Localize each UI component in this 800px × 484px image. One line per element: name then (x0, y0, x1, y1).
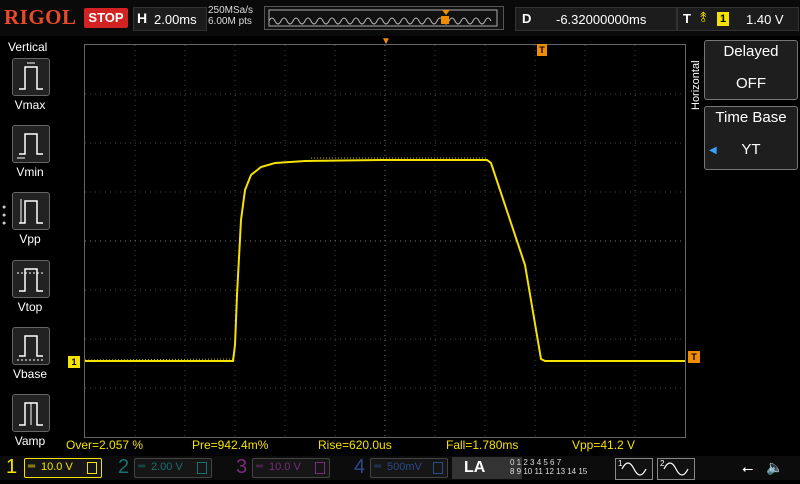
vmin-icon (17, 133, 43, 159)
vpp-icon (19, 199, 43, 224)
usb-icon: ⭠ (742, 460, 754, 476)
trigger-level-marker[interactable]: T (688, 351, 700, 363)
timebase-value: 2.00ms (154, 12, 197, 27)
dc-coupling-icon: ═ (28, 461, 36, 472)
delay-value: -6.32000000ms (556, 12, 647, 27)
generator-1-number: 1 (618, 459, 623, 468)
vpp-button[interactable] (12, 192, 50, 230)
delayed-value: OFF (736, 75, 766, 92)
ch1-scale: 10.0 V (41, 461, 73, 473)
generator-2-number: 2 (660, 459, 665, 468)
trigger-label: T (683, 11, 691, 26)
ch3-settings[interactable]: ═ 10.0 V (252, 458, 330, 478)
ch4-number[interactable]: 4 (354, 456, 365, 479)
vmax-label: Vmax (14, 98, 46, 112)
ch2-scale: 2.00 V (151, 461, 183, 473)
vertical-menu-title: Vertical (8, 40, 48, 54)
vtop-label: Vtop (17, 300, 43, 314)
vmax-button[interactable] (12, 58, 50, 96)
ch1-waveform-noise (85, 157, 487, 361)
vbase-button[interactable] (12, 327, 50, 365)
measurement-overshoot: Over=2.057 % (66, 438, 144, 452)
dc-coupling-icon: ═ (256, 461, 264, 472)
rising-edge-icon: ⥉ (700, 9, 707, 25)
measurement-fall: Fall=1.780ms (446, 438, 519, 452)
logic-channel-grid[interactable]: 0 1 2 3 4 5 6 7 8 9 10 11 12 13 14 15 (510, 458, 605, 478)
delay-label: D (522, 11, 532, 26)
acquisition-info: 250MSa/s 6.00M pts (208, 5, 253, 27)
ch1-offset-marker[interactable]: 1 (68, 356, 80, 368)
vamp-icon (19, 402, 43, 426)
bandwidth-limit-icon (315, 462, 325, 474)
measurement-vpp: Vpp=41.2 V (572, 438, 636, 452)
delayed-menu-item[interactable]: Delayed OFF (704, 40, 798, 100)
dc-coupling-icon: ═ (138, 461, 146, 472)
dc-coupling-icon: ═ (374, 461, 382, 472)
memory-overview-strip[interactable] (264, 6, 504, 30)
generator-1-button[interactable]: 1 (615, 458, 653, 480)
vpp-label: Vpp (19, 232, 41, 246)
horizontal-label: H (137, 10, 148, 26)
memory-depth: 6.00M pts (208, 16, 252, 27)
time-base-value: YT (741, 141, 761, 158)
memory-waveform-icon (268, 9, 498, 27)
delay-box[interactable]: D -6.32000000ms (515, 7, 677, 31)
vamp-label: Vamp (14, 434, 46, 448)
horizontal-timebase-box[interactable]: H 2.00ms (133, 7, 207, 31)
vbase-icon (17, 335, 45, 361)
svg-text:Horizontal: Horizontal (690, 60, 702, 110)
ch4-settings[interactable]: ═ 500mV (370, 458, 448, 478)
rigol-logo: RIGOL (4, 5, 77, 29)
time-base-menu-item[interactable]: Time Base ◀ YT (704, 106, 798, 170)
vmin-button[interactable] (12, 125, 50, 163)
vmin-label: Vmin (16, 165, 44, 179)
vmax-icon (19, 62, 43, 90)
ch3-number[interactable]: 3 (236, 456, 247, 479)
trigger-box[interactable]: T ⥉ 1 1.40 V (677, 7, 799, 31)
ch2-number[interactable]: 2 (118, 456, 129, 479)
ch1-settings[interactable]: ═ 10.0 V (24, 458, 102, 478)
waveform-display[interactable] (84, 44, 686, 438)
measurement-rise: Rise=620.0us (318, 438, 392, 452)
vamp-button[interactable] (12, 394, 50, 432)
trigger-source: 1 (717, 12, 729, 26)
bandwidth-limit-icon (87, 462, 97, 474)
menu-page-dots: ● ● ● (2, 204, 7, 227)
ch1-number[interactable]: 1 (6, 456, 17, 479)
generator-2-button[interactable]: 2 (657, 458, 695, 480)
trigger-level: 1.40 V (746, 12, 784, 27)
delayed-label: Delayed (723, 43, 779, 60)
trigger-time-marker[interactable]: T (537, 44, 547, 56)
bandwidth-limit-icon (197, 462, 207, 474)
logic-channels-row2: 8 9 10 11 12 13 14 15 (510, 467, 588, 476)
vbase-label: Vbase (12, 367, 48, 381)
speaker-icon[interactable]: 🔈 (766, 459, 783, 476)
sample-rate: 250MSa/s (208, 5, 254, 16)
time-base-label: Time Base (715, 109, 787, 126)
horizontal-menu-title: Horizontal (690, 60, 702, 110)
ch3-scale: 10.0 V (269, 461, 301, 473)
ch2-settings[interactable]: ═ 2.00 V (134, 458, 212, 478)
vtop-button[interactable] (12, 260, 50, 298)
ch4-scale: 500mV (387, 461, 422, 473)
trigger-position-icon: ▼ (381, 36, 391, 47)
bandwidth-limit-icon (433, 462, 443, 474)
graticule (85, 45, 685, 437)
measurement-preshoot: Pre=942.4m% (192, 438, 269, 452)
vtop-icon (17, 268, 45, 292)
run-stop-status[interactable]: STOP (84, 8, 128, 28)
logic-channels-row1: 0 1 2 3 4 5 6 7 (510, 458, 562, 467)
